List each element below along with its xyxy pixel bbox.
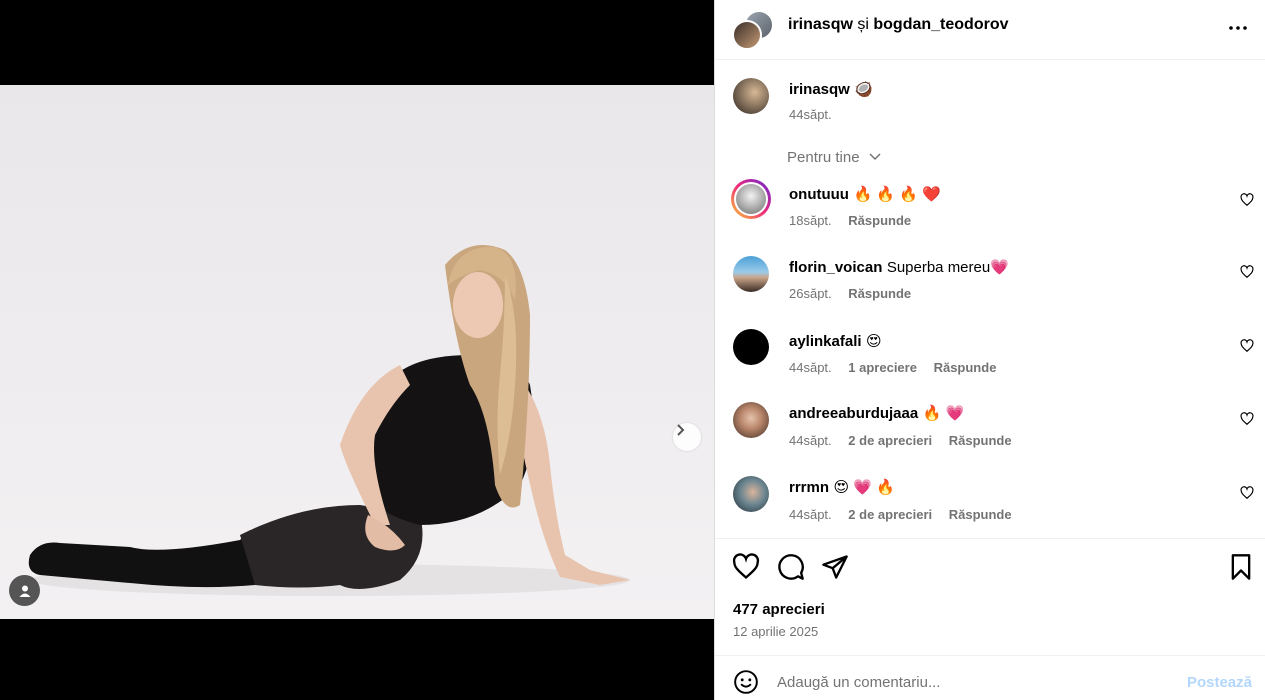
comment-time[interactable]: 44săpt. xyxy=(789,360,832,375)
comment-text: Superba mereu💗 xyxy=(886,259,1009,276)
comment: andreeaburdujaaa 🔥 💗 xyxy=(789,404,964,423)
post-photo xyxy=(0,85,714,619)
caption-text: 🥥 xyxy=(854,81,873,98)
comment-time[interactable]: 18săpt. xyxy=(789,213,832,228)
comment-composer: Postează xyxy=(715,655,1265,700)
comment-text: 😍 xyxy=(866,333,882,350)
comment-username[interactable]: andreeaburdujaaa xyxy=(789,405,918,422)
comment: florin_voican Superba mereu💗 xyxy=(789,258,1009,277)
comment-text: 😍 💗 🔥 xyxy=(833,479,895,496)
comment-username[interactable]: florin_voican xyxy=(789,259,882,276)
post-date[interactable]: 12 aprilie 2025 xyxy=(733,624,818,639)
comment-username[interactable]: onutuuu xyxy=(789,186,849,203)
comment-likes[interactable]: 2 de aprecieri xyxy=(848,507,932,522)
tagged-users-button[interactable] xyxy=(9,575,40,606)
comment-text: 🔥 🔥 🔥 ❤️ xyxy=(853,186,941,203)
comment-meta: 44săpt. 1 apreciere Răspunde xyxy=(789,360,1009,375)
avatar[interactable] xyxy=(733,476,769,512)
comment-input[interactable] xyxy=(775,665,1179,699)
heart-icon[interactable] xyxy=(732,553,760,581)
comment-username[interactable]: aylinkafali xyxy=(789,333,862,350)
post-actions: 477 aprecieri 12 aprilie 2025 xyxy=(715,538,1265,656)
reply-button[interactable]: Răspunde xyxy=(848,286,911,301)
likes-count[interactable]: 477 aprecieri xyxy=(733,601,825,618)
comment-meta: 44săpt. 2 de aprecieri Răspunde xyxy=(789,507,1025,522)
sort-label: Pentru tine xyxy=(787,149,860,166)
avatar[interactable] xyxy=(733,78,769,114)
avatar[interactable] xyxy=(733,329,769,365)
comment-username[interactable]: rrrmn xyxy=(789,479,829,496)
post-header: irinasqw și bogdan_teodorov xyxy=(715,0,1265,60)
post-comment-button[interactable]: Postează xyxy=(1187,674,1252,691)
caption-meta: 44săpt. xyxy=(789,107,845,122)
avatar[interactable] xyxy=(733,402,769,438)
chevron-down-icon xyxy=(869,153,881,161)
post-authors: irinasqw și bogdan_teodorov xyxy=(788,16,1008,34)
comment-likes[interactable]: 2 de aprecieri xyxy=(848,433,932,448)
author-username[interactable]: irinasqw xyxy=(788,16,853,33)
avatar-story-ring[interactable] xyxy=(731,179,771,219)
author-conjunction: și xyxy=(857,16,869,33)
collab-avatars[interactable] xyxy=(732,10,774,50)
comment: aylinkafali 😍 xyxy=(789,332,882,351)
comment-text: 🔥 💗 xyxy=(922,405,965,422)
heart-icon[interactable] xyxy=(1240,486,1254,500)
caption-time[interactable]: 44săpt. xyxy=(789,107,832,122)
emoji-icon[interactable] xyxy=(733,669,759,695)
comment-time[interactable]: 44săpt. xyxy=(789,433,832,448)
comment-time[interactable]: 26săpt. xyxy=(789,286,832,301)
caption: irinasqw 🥥 xyxy=(789,80,873,99)
comment-likes[interactable]: 1 apreciere xyxy=(848,360,917,375)
reply-button[interactable]: Răspunde xyxy=(949,433,1012,448)
chevron-right-icon xyxy=(677,424,685,436)
heart-icon[interactable] xyxy=(1240,412,1254,426)
share-icon[interactable] xyxy=(821,553,849,581)
reply-button[interactable]: Răspunde xyxy=(848,213,911,228)
comment-meta: 18săpt. Răspunde xyxy=(789,213,924,228)
more-horizontal-icon[interactable] xyxy=(1226,16,1250,40)
reply-button[interactable]: Răspunde xyxy=(949,507,1012,522)
post-side-panel: irinasqw și bogdan_teodorov irinasqw 🥥 4… xyxy=(714,0,1265,700)
user-tag-icon xyxy=(19,585,30,597)
comment-time[interactable]: 44săpt. xyxy=(789,507,832,522)
post-media xyxy=(0,0,714,700)
comment-meta: 44săpt. 2 de aprecieri Răspunde xyxy=(789,433,1025,448)
comment-icon[interactable] xyxy=(777,553,805,581)
avatar[interactable] xyxy=(733,256,769,292)
comment: onutuuu 🔥 🔥 🔥 ❤️ xyxy=(789,185,941,204)
bookmark-icon[interactable] xyxy=(1227,553,1255,581)
heart-icon[interactable] xyxy=(1240,339,1254,353)
comment-meta: 26săpt. Răspunde xyxy=(789,286,924,301)
heart-icon[interactable] xyxy=(1240,265,1254,279)
author-username[interactable]: bogdan_teodorov xyxy=(873,16,1008,33)
avatar[interactable] xyxy=(732,20,762,50)
photo-illustration xyxy=(28,245,630,596)
caption-username[interactable]: irinasqw xyxy=(789,81,850,98)
comment: rrrmn 😍 💗 🔥 xyxy=(789,478,895,497)
heart-icon[interactable] xyxy=(1240,193,1254,207)
next-image-button[interactable] xyxy=(673,423,701,451)
comment-sort-dropdown[interactable]: Pentru tine xyxy=(787,149,882,166)
reply-button[interactable]: Răspunde xyxy=(934,360,997,375)
